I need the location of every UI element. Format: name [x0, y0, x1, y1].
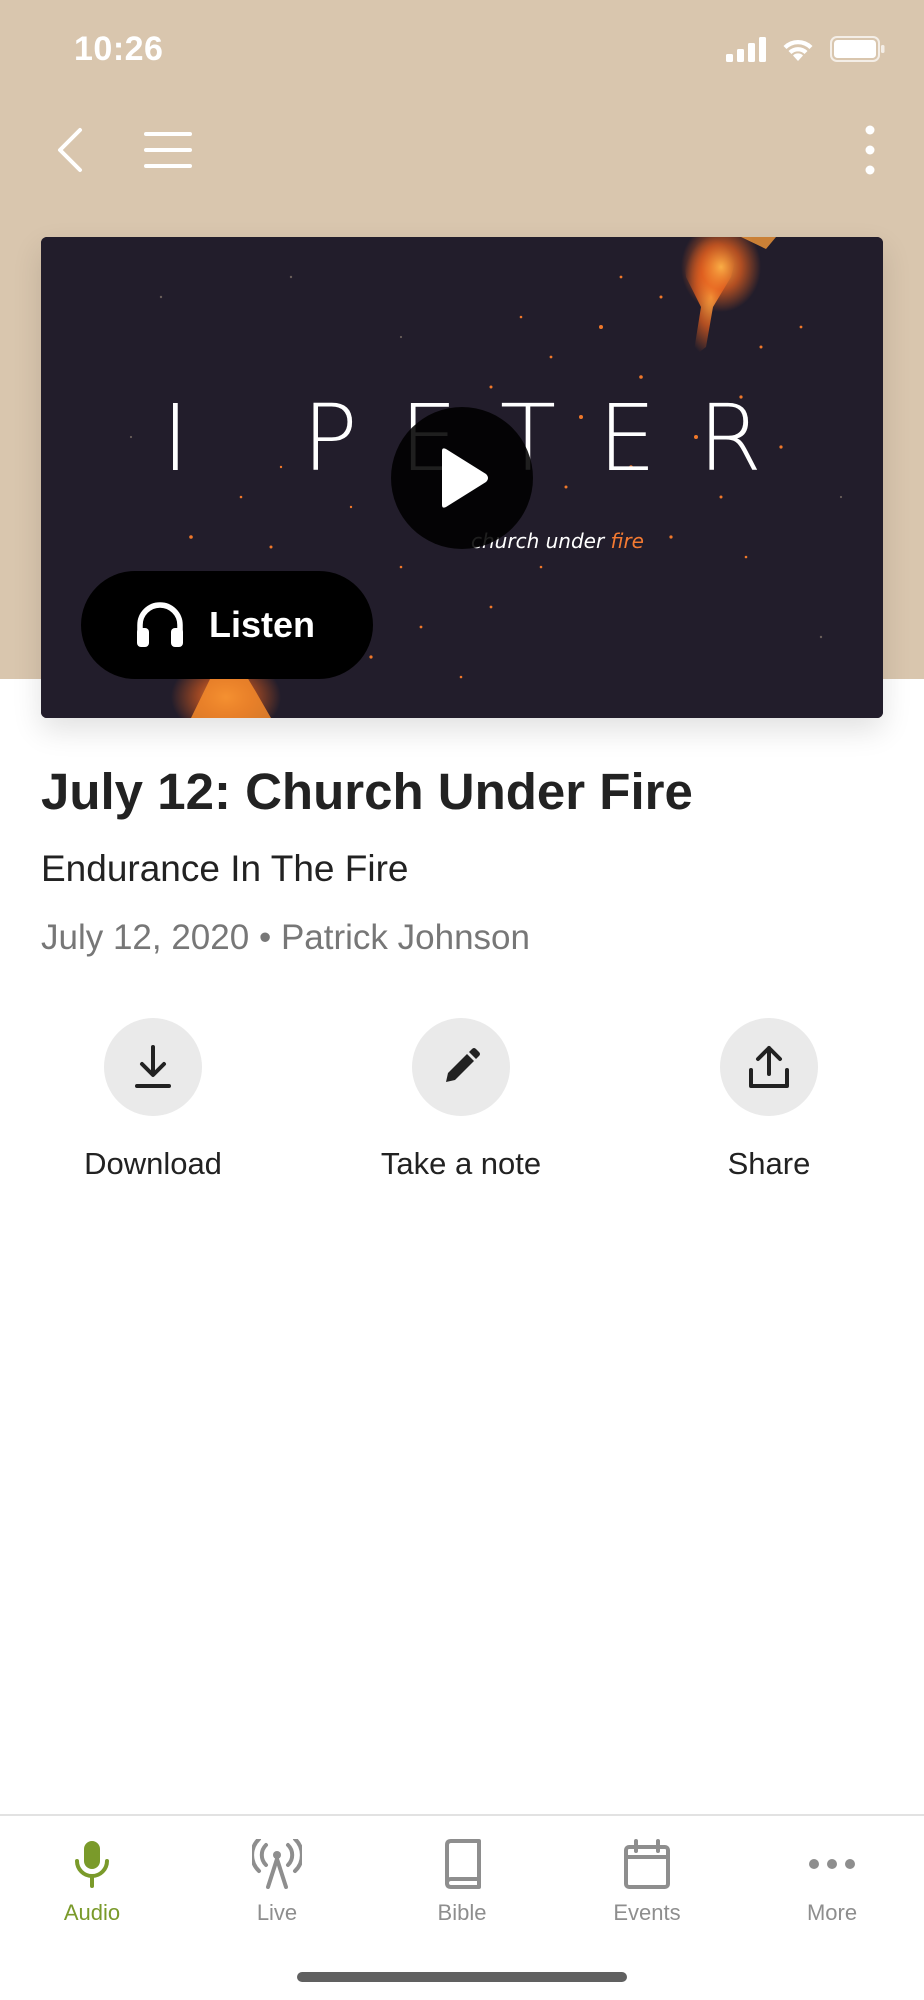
play-icon: [442, 448, 488, 508]
headphones-icon: [137, 602, 183, 647]
share-button[interactable]: Share: [649, 1018, 889, 1182]
share-icon: [749, 1046, 789, 1088]
ellipsis-icon: [809, 1859, 855, 1869]
tab-audio-label: Audio: [63, 1900, 121, 1925]
sermon-date: July 12, 2020: [41, 918, 250, 957]
share-label: Share: [727, 1146, 811, 1181]
tab-live[interactable]: Live: [185, 1834, 369, 1926]
status-time: 10:26: [74, 30, 164, 68]
tab-bible[interactable]: Bible: [370, 1834, 554, 1926]
play-button[interactable]: [391, 407, 533, 549]
take-note-label: Take a note: [380, 1146, 542, 1181]
download-circle[interactable]: [104, 1018, 202, 1116]
more-options-button[interactable]: [852, 120, 888, 180]
listen-label: Listen: [209, 604, 316, 645]
vertical-ellipsis-icon: [865, 125, 875, 175]
navigation-bar: [0, 110, 924, 190]
sermon-speaker: Patrick Johnson: [280, 918, 530, 957]
tab-events-label: Events: [613, 1900, 681, 1925]
tab-audio[interactable]: Audio: [0, 1834, 184, 1926]
home-indicator[interactable]: [297, 1972, 627, 1982]
pencil-icon: [446, 1048, 480, 1082]
status-bar: 10:26: [0, 0, 924, 100]
download-icon: [135, 1045, 171, 1088]
tab-bible-label: Bible: [437, 1900, 487, 1925]
back-button[interactable]: [48, 120, 92, 180]
download-button[interactable]: Download: [33, 1018, 273, 1182]
tab-more-label: More: [806, 1900, 858, 1925]
sermon-meta: July 12, 2020 • Patrick Johnson: [41, 918, 530, 958]
download-label: Download: [84, 1146, 222, 1181]
tab-more[interactable]: More: [740, 1834, 924, 1926]
chevron-left-icon: [58, 128, 82, 172]
microphone-icon: [75, 1841, 109, 1888]
wifi-icon: [783, 39, 813, 61]
battery-icon: [830, 36, 885, 62]
status-icons: [726, 36, 886, 62]
sermon-subtitle: Endurance In The Fire: [41, 848, 409, 889]
meta-separator: •: [258, 918, 272, 957]
series-tagline-accent: fire: [610, 529, 644, 553]
menu-button[interactable]: [140, 128, 196, 172]
book-icon: [445, 1839, 481, 1889]
hamburger-menu-icon: [144, 132, 192, 168]
sermon-artwork: I PETER church under fire Listen: [41, 237, 883, 718]
take-note-circle[interactable]: [412, 1018, 510, 1116]
sermon-title: July 12: Church Under Fire: [41, 763, 693, 820]
listen-button[interactable]: Listen: [81, 571, 373, 679]
calendar-icon: [624, 1839, 670, 1889]
share-circle[interactable]: [720, 1018, 818, 1116]
take-note-button[interactable]: Take a note: [341, 1018, 581, 1182]
tab-events[interactable]: Events: [555, 1834, 739, 1926]
tab-live-label: Live: [256, 1900, 298, 1925]
antenna-icon: [252, 1839, 302, 1889]
cellular-signal-icon: [726, 37, 766, 62]
